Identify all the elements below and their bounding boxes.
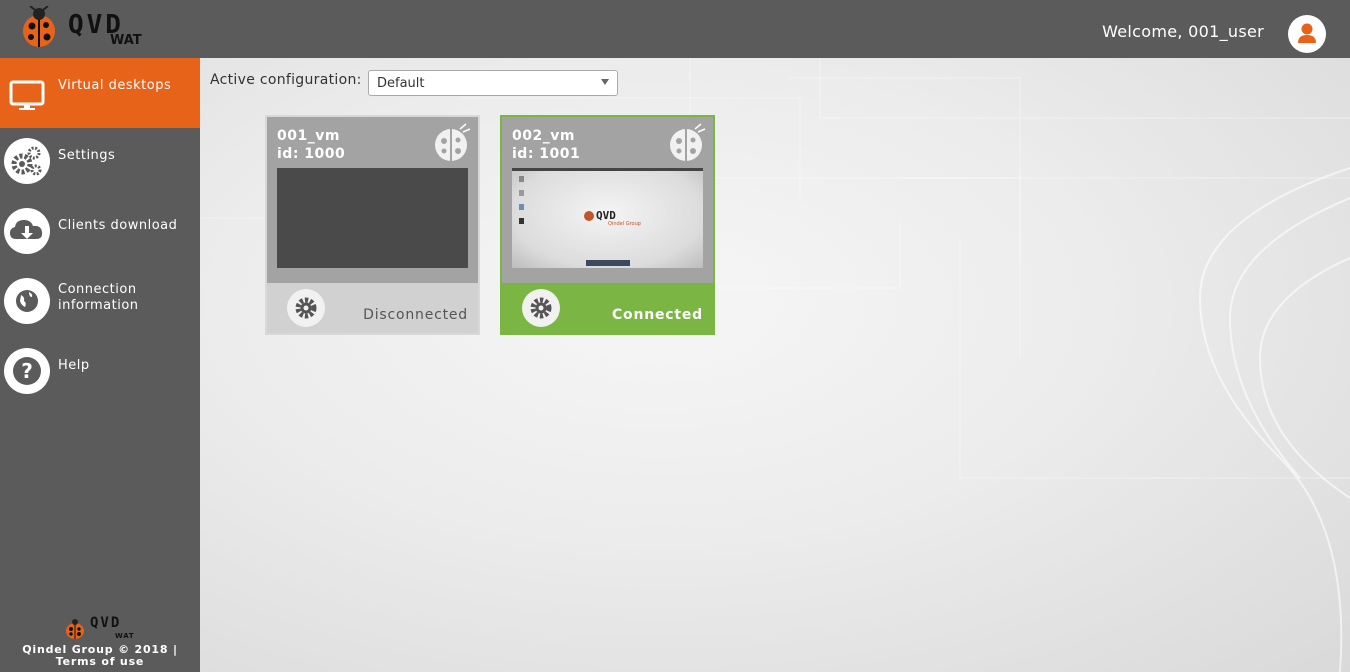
question-icon: ? [4,348,50,394]
sidebar-footer: QVD WAT Qindel Group © 2018 | Terms of u… [0,616,200,668]
vm-status: Connected [611,307,703,323]
terms-of-use-link[interactable]: Terms of use [56,655,144,668]
sidebar-item-label: Clients download [58,218,178,233]
sidebar-item-clients-download[interactable]: Clients download [0,198,200,268]
sidebar-item-connection-information[interactable]: Connection information [0,268,200,338]
sidebar-item-label: Connection information [58,282,139,313]
globe-icon [4,278,50,324]
sidebar-item-settings[interactable]: Settings [0,128,200,198]
monitor-icon [4,68,50,114]
vm-settings-button[interactable] [522,289,560,327]
vm-name: 002_vm [512,128,575,144]
vm-card[interactable]: 002_vm id: 1001 QVD Qindel Group Connect… [500,115,715,335]
footer-brand-text: QVD [90,615,122,631]
vm-preview [277,168,468,268]
gears-icon [4,138,50,184]
vm-id: id: 1000 [277,146,346,162]
gear-icon [530,297,552,319]
vm-title: 001_vm id: 1000 [277,127,345,163]
vm-desktop-screenshot: QVD Qindel Group [512,168,703,268]
sidebar-item-label: Help [58,358,90,373]
vm-id: id: 1001 [512,146,581,162]
qvd-logo[interactable]: QVD WAT [18,6,148,50]
welcome-message: Welcome, 001_user [1102,22,1264,41]
header: QVD WAT Welcome, 001_user [0,0,1350,58]
active-configuration-select[interactable]: Default [368,70,618,96]
sidebar-item-label: Settings [58,148,116,163]
ladybug-logo-icon [23,6,55,47]
vm-name: 001_vm [277,128,340,144]
dropdown-arrow-icon [601,79,609,85]
cloud-download-icon [4,208,50,254]
vm-status: Disconnected [363,307,468,323]
vm-footer: Connected [502,283,713,333]
sidebar-item-label: Virtual desktops [58,78,172,93]
ladybug-logo-icon [66,619,84,639]
footer-logo: QVD WAT [0,616,200,642]
ladybug-icon [670,123,706,161]
vm-card[interactable]: 001_vm id: 1000 Disconnected [265,115,480,335]
gear-icon [295,297,317,319]
ladybug-icon [435,123,471,161]
footer-sub-text: WAT [115,632,135,640]
sidebar-item-help[interactable]: ? Help [0,338,200,408]
vm-title: 002_vm id: 1001 [512,127,580,163]
sidebar: Virtual desktops Settings Clients downlo… [0,58,200,672]
user-avatar[interactable] [1288,15,1326,53]
active-configuration-label: Active configuration: [210,72,362,88]
vm-settings-button[interactable] [287,289,325,327]
svg-text:?: ? [21,359,33,383]
vm-footer: Disconnected [267,283,478,333]
desktop-logo-sub-text: Qindel Group [608,221,641,227]
main-content: Active configuration: Default 001_vm id:… [200,58,1350,672]
sidebar-item-virtual-desktops[interactable]: Virtual desktops [0,58,200,128]
selected-configuration: Default [377,76,425,91]
logo-sub-text: WAT [110,33,142,48]
user-icon [1298,23,1316,43]
